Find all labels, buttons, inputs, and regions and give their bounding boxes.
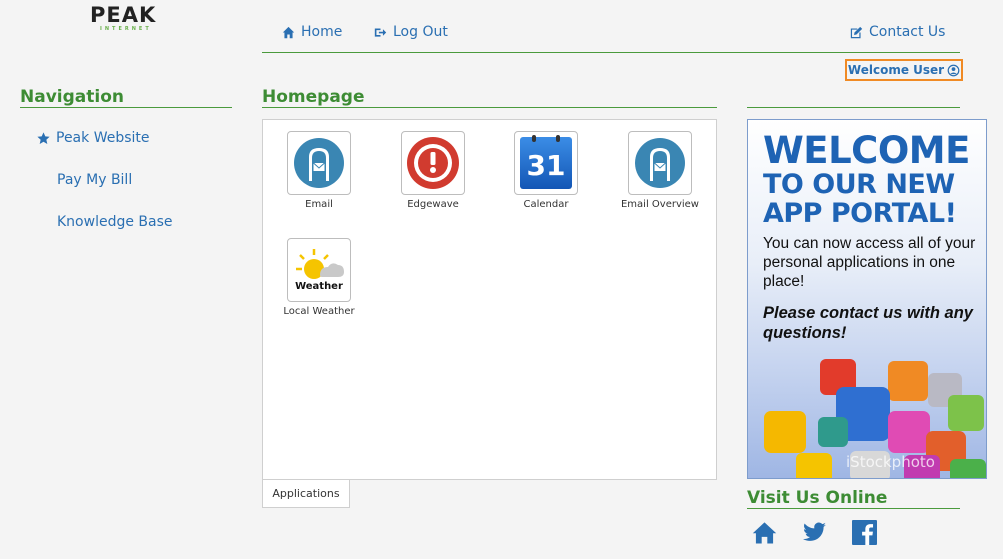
logout-link-label: Log Out (393, 24, 448, 40)
promo-emphasis: Please contact us with any questions! (763, 304, 973, 342)
app-edgewave[interactable]: Edgewave (388, 131, 478, 210)
app-tile (287, 131, 351, 195)
mailbox-icon (635, 138, 685, 188)
app-calendar[interactable]: 31 Calendar (501, 131, 591, 210)
social-facebook-link[interactable] (852, 520, 877, 549)
logout-link[interactable]: Log Out (374, 24, 448, 40)
contact-link[interactable]: Contact Us (850, 24, 945, 40)
sidebar-item-label: Peak Website (56, 130, 150, 146)
welcome-promo-banner: WELCOME TO OUR NEW APP PORTAL! You can n… (747, 119, 987, 479)
sidebar-item-label: Knowledge Base (57, 214, 173, 230)
edit-icon (850, 26, 863, 38)
promo-heading-3: APP PORTAL! (763, 198, 957, 229)
app-tile (401, 131, 465, 195)
right-column-divider (747, 87, 960, 108)
user-circle-icon (947, 64, 960, 76)
homepage-title: Homepage (262, 87, 717, 108)
promo-heading-2: TO OUR NEW (763, 169, 955, 200)
social-twitter-link[interactable] (802, 520, 827, 549)
promo-watermark: iStockphoto (846, 453, 935, 471)
welcome-user-button[interactable]: Welcome User (845, 59, 963, 81)
home-icon (752, 522, 777, 544)
welcome-user-label: Welcome User (847, 63, 945, 77)
app-icons-illustration: iStockphoto (758, 355, 986, 478)
app-label: Email Overview (620, 199, 699, 210)
twitter-icon (803, 522, 826, 541)
sidebar-item-peak-website[interactable]: Peak Website (37, 130, 150, 146)
logo-wordmark: PEAK (90, 3, 157, 27)
promo-body: You can now access all of your personal … (763, 235, 976, 290)
home-icon (282, 26, 295, 38)
top-navigation: Home Log Out Contact Us (262, 18, 960, 53)
calendar-day: 31 (526, 148, 566, 182)
applications-panel: Email Edgewave 31 Calendar Email Overvie… (262, 119, 717, 480)
mailbox-icon (294, 138, 344, 188)
home-link-label: Home (301, 24, 343, 40)
calendar-icon: 31 (520, 135, 572, 189)
app-label: Edgewave (407, 199, 459, 210)
alert-icon (407, 137, 459, 189)
navigation-title: Navigation (20, 87, 232, 108)
logout-icon (374, 27, 387, 37)
tab-applications[interactable]: Applications (262, 480, 350, 508)
star-icon (37, 131, 50, 144)
sidebar-item-label: Pay My Bill (57, 172, 133, 188)
facebook-icon (852, 520, 877, 545)
app-email[interactable]: Email (274, 131, 364, 210)
social-home-link[interactable] (752, 520, 777, 549)
app-label: Calendar (523, 199, 569, 210)
app-label: Email (305, 199, 333, 210)
sidebar-item-pay-my-bill[interactable]: Pay My Bill (57, 172, 132, 188)
contact-link-label: Contact Us (869, 24, 946, 40)
app-label: Local Weather (283, 306, 355, 317)
app-tile: 31 (514, 131, 578, 195)
app-tile (628, 131, 692, 195)
home-link[interactable]: Home (282, 24, 342, 40)
app-email-overview[interactable]: Email Overview (615, 131, 705, 210)
app-tile: Weather (287, 238, 351, 302)
sidebar-item-knowledge-base[interactable]: Knowledge Base (57, 214, 173, 230)
promo-heading-1: WELCOME (763, 129, 970, 172)
peak-logo[interactable]: PEAK INTERNET (90, 4, 162, 34)
app-local-weather[interactable]: Weather Local Weather (274, 238, 364, 317)
weather-badge-text: Weather (295, 281, 343, 292)
visit-us-online-title: Visit Us Online (747, 488, 960, 509)
